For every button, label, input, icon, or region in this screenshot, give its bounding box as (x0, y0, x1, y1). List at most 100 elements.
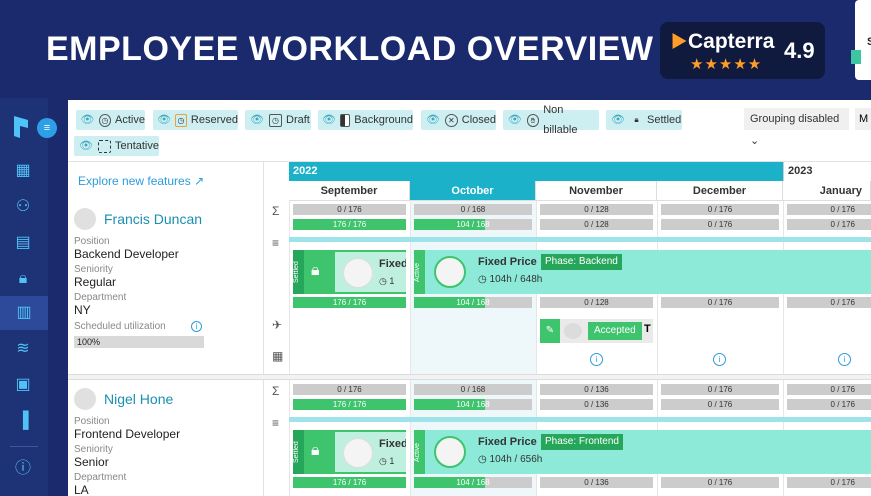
filter-active[interactable]: 👁︎ ◷ Active (76, 110, 145, 130)
capterra-name: Capterra (688, 30, 775, 53)
project-bar: 104 / 168 (414, 477, 532, 488)
project-bar: 0 / 176 (787, 297, 871, 308)
position-label: Position (74, 416, 110, 427)
position-value: Frontend Developer (74, 427, 181, 441)
project-icon (343, 438, 373, 468)
capacity-bar: 0 / 176 (661, 384, 779, 395)
column-line (410, 201, 411, 496)
load-bar: 104 / 168 (414, 219, 532, 230)
card-body: Fixed ◷ 1 (335, 432, 406, 472)
clock-icon: ◷ (478, 274, 490, 285)
info-icon[interactable]: i (838, 353, 851, 366)
filter-closed[interactable]: 👁︎ ✕ Closed (421, 110, 496, 130)
filter-tentative[interactable]: 👁︎ Tentative (74, 136, 159, 156)
card-title: Fixed (379, 258, 406, 270)
seniority-value: Senior (74, 455, 109, 469)
lock-icon: 🔒︎ (311, 262, 320, 279)
sum-icon[interactable]: Σ (272, 204, 279, 218)
explore-features-link[interactable]: Explore new features ↗ (78, 174, 204, 188)
clock-icon: ◷ (175, 113, 187, 127)
eye-icon: 👁︎ (79, 140, 93, 152)
analytics-icon[interactable]: ▐ (12, 410, 34, 432)
allocation-strip (289, 237, 871, 242)
calendar-small-icon[interactable]: ▦ (272, 349, 283, 363)
project-card-settled[interactable]: Settled 🔒︎ Fixed ◷ 1 (293, 430, 406, 474)
eye-icon: 👁︎ (80, 114, 95, 126)
load-bar: 0 / 176 (661, 219, 779, 230)
filter-label: Closed (461, 114, 496, 126)
capacity-bar: 0 / 176 (661, 204, 779, 215)
info-icon[interactable]: i (713, 353, 726, 366)
eye-icon: 👁︎ (611, 114, 625, 126)
card-subtitle: ◷ 104h / 648h (478, 274, 542, 285)
chat-icon[interactable]: ≡ (37, 118, 57, 138)
external-link-icon: ↗ (194, 174, 205, 188)
clock-icon: ◷ (478, 454, 490, 465)
month-january[interactable]: January (783, 181, 871, 201)
year-2022: 2022 (289, 162, 783, 181)
corner-badge: S (851, 0, 871, 80)
status-tag: Settled (293, 430, 304, 474)
load-bar: 0 / 136 (540, 399, 653, 410)
load-bar: 0 / 176 (661, 399, 779, 410)
money-icon[interactable]: ≋ (12, 338, 34, 360)
card-subtitle: ◷ 1 (379, 456, 394, 467)
users-icon[interactable]: ⚇ (12, 196, 34, 218)
person-name[interactable]: Francis Duncan (104, 211, 202, 227)
info-icon[interactable]: i (590, 353, 603, 366)
half-square-icon (339, 113, 351, 127)
eye-icon: 👁︎ (507, 114, 522, 126)
plane-icon[interactable]: ✈ (272, 318, 282, 332)
filter-settled[interactable]: 👁︎ 🔒︎ Settled (606, 110, 682, 130)
month-september[interactable]: September (289, 181, 410, 201)
filter-label: Draft (286, 114, 310, 126)
calendar-icon[interactable]: ▥ (0, 296, 48, 330)
grouping-dropdown[interactable]: Grouping disabled ⌄ (744, 108, 849, 147)
explore-label: Explore new features (78, 174, 191, 188)
sum-icon[interactable]: Σ (272, 384, 279, 398)
month-december[interactable]: December (657, 181, 783, 201)
project-bar: 0 / 176 (661, 477, 779, 488)
phase-badge: Phase: Backend (541, 254, 622, 270)
load-bar: 0 / 176 (787, 399, 871, 410)
dashboard-icon[interactable]: ▦ (12, 160, 34, 182)
filter-non-billable[interactable]: 👁︎ ✋︎ Non billable (503, 104, 599, 136)
utilization-bar: 100% (74, 336, 204, 348)
card-subtitle: ◷ 104h / 656h (478, 454, 542, 465)
department-value: NY (74, 303, 91, 317)
chevron-down-icon: ⌄ (750, 135, 760, 147)
info-icon[interactable]: i (191, 321, 202, 332)
info-icon[interactable]: ⓘ (12, 458, 34, 480)
list-icon[interactable]: ≡ (272, 416, 279, 430)
column-line (289, 201, 290, 496)
seniority-label: Seniority (74, 264, 113, 275)
card-title: Fixed (379, 438, 406, 450)
person-name[interactable]: Nigel Hone (104, 391, 173, 407)
lock-nav-icon[interactable]: 🔒︎ (12, 268, 34, 290)
filter-reserved[interactable]: 👁︎ ◷ Reserved (153, 110, 238, 130)
more-dropdown[interactable]: M (855, 108, 871, 130)
filter-background[interactable]: 👁︎ Background (318, 110, 413, 130)
list-icon[interactable]: ≡ (272, 236, 279, 250)
filter-draft[interactable]: 👁︎ ◷ Draft (245, 110, 311, 130)
report-icon[interactable]: ▣ (12, 374, 34, 396)
card-hours: 1 (389, 456, 395, 466)
load-bar: 0 / 176 (787, 219, 871, 230)
load-bar: 176 / 176 (293, 219, 406, 230)
project-card-settled[interactable]: Settled 🔒︎ Fixed ◷ 1 (293, 250, 406, 294)
project-card-active[interactable]: Active Fixed Price Phase: Backend ◷ 104h… (414, 250, 871, 294)
eye-icon: 👁︎ (425, 114, 440, 126)
month-november[interactable]: November (536, 181, 657, 201)
project-icon (434, 256, 466, 288)
project-bar: 176 / 176 (293, 297, 406, 308)
clock-icon: ◷ (269, 113, 282, 127)
capterra-badge: Capterra ★★★★★ 4.9 (660, 22, 825, 79)
project-bar: 104 / 168 (414, 297, 532, 308)
month-october[interactable]: October (410, 181, 536, 201)
avatar (74, 388, 96, 410)
briefcase-icon[interactable]: ▤ (12, 232, 34, 254)
project-card-active[interactable]: Active Fixed Price Phase: Frontend ◷ 104… (414, 430, 871, 474)
project-bar: 176 / 176 (293, 477, 406, 488)
accepted-request[interactable]: ✎ Accepted T (540, 319, 653, 343)
corner-badge-tab (851, 50, 861, 64)
